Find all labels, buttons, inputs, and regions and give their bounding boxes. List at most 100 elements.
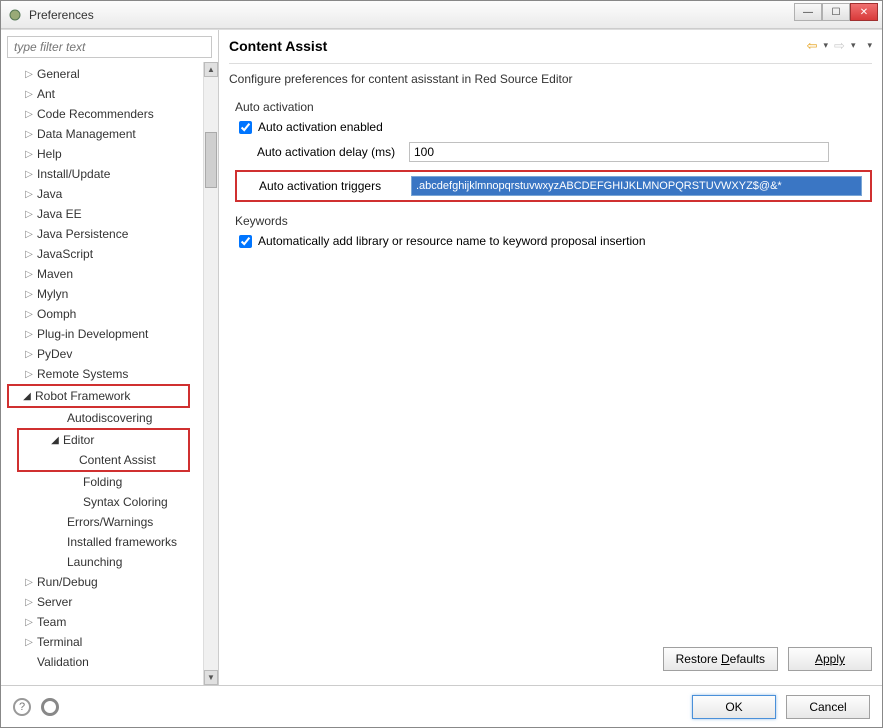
view-menu-icon[interactable]: ▾	[867, 40, 872, 51]
tree-scrollbar[interactable]: ▲ ▼	[203, 62, 218, 685]
tree-item-javascript[interactable]: ▷JavaScript	[21, 244, 202, 264]
tree-item-plugin-development[interactable]: ▷Plug-in Development	[21, 324, 202, 344]
tree-item-mylyn[interactable]: ▷Mylyn	[21, 284, 202, 304]
expand-icon[interactable]: ▷	[23, 69, 35, 80]
cancel-button[interactable]: Cancel	[786, 695, 870, 719]
forward-menu-icon[interactable]: ▾	[851, 40, 856, 51]
minimize-button[interactable]: —	[794, 3, 822, 21]
page-buttons: Restore Defaults Apply	[229, 641, 872, 677]
collapse-icon[interactable]: ◢	[21, 391, 33, 402]
expand-icon[interactable]: ▷	[23, 209, 35, 220]
page-title: Content Assist	[229, 38, 807, 54]
expand-icon[interactable]: ▷	[23, 269, 35, 280]
expand-icon[interactable]: ▷	[23, 169, 35, 180]
tree-item-team[interactable]: ▷Team	[21, 612, 202, 632]
tree-item-folding[interactable]: Folding	[67, 472, 202, 492]
expand-icon[interactable]: ▷	[23, 129, 35, 140]
keywords-auto-label: Automatically add library or resource na…	[258, 234, 646, 248]
app-icon	[7, 7, 23, 23]
scroll-down-icon[interactable]: ▼	[204, 670, 218, 685]
tree-item-maven[interactable]: ▷Maven	[21, 264, 202, 284]
tree-item-code-recommenders[interactable]: ▷Code Recommenders	[21, 104, 202, 124]
titlebar: Preferences — ☐ ✕	[1, 1, 882, 29]
back-icon[interactable]: ⇦	[807, 38, 818, 54]
scroll-up-icon[interactable]: ▲	[204, 62, 218, 77]
keywords-auto-row: Automatically add library or resource na…	[239, 234, 872, 248]
back-menu-icon[interactable]: ▾	[824, 40, 829, 51]
delay-input[interactable]	[409, 142, 829, 162]
tree-panel: ▷General ▷Ant ▷Code Recommenders ▷Data M…	[1, 30, 219, 685]
expand-icon[interactable]: ▷	[23, 369, 35, 380]
tree-item-syntax-coloring[interactable]: Syntax Coloring	[67, 492, 202, 512]
apply-button[interactable]: Apply	[788, 647, 872, 671]
expand-icon[interactable]: ▷	[23, 149, 35, 160]
expand-icon[interactable]: ▷	[23, 597, 35, 608]
tree-item-autodiscovering[interactable]: Autodiscovering	[51, 408, 202, 428]
expand-icon[interactable]: ▷	[23, 289, 35, 300]
expand-icon[interactable]: ▷	[23, 89, 35, 100]
triggers-label: Auto activation triggers	[237, 179, 411, 193]
highlight-editor-group: ◢Editor Content Assist	[17, 428, 190, 472]
tree-item-editor[interactable]: ◢Editor	[19, 430, 188, 450]
expand-icon[interactable]: ▷	[23, 249, 35, 260]
page-header: Content Assist ⇦ ▾ ⇨ ▾ ▾	[229, 34, 872, 64]
tree-item-launching[interactable]: Launching	[51, 552, 202, 572]
forward-icon[interactable]: ⇨	[834, 38, 845, 54]
content-panel: Content Assist ⇦ ▾ ⇨ ▾ ▾ Configure prefe…	[219, 30, 882, 685]
tree-item-content-assist[interactable]: Content Assist	[19, 450, 188, 470]
tree-item-general[interactable]: ▷General	[21, 64, 202, 84]
preferences-tree[interactable]: ▷General ▷Ant ▷Code Recommenders ▷Data M…	[1, 62, 218, 685]
tree-item-server[interactable]: ▷Server	[21, 592, 202, 612]
filter-wrapper	[7, 36, 212, 58]
tree-item-pydev[interactable]: ▷PyDev	[21, 344, 202, 364]
expand-icon[interactable]: ▷	[23, 349, 35, 360]
highlight-robot-framework: ◢Robot Framework	[7, 384, 190, 408]
tree-item-java-ee[interactable]: ▷Java EE	[21, 204, 202, 224]
tree-item-java-persistence[interactable]: ▷Java Persistence	[21, 224, 202, 244]
expand-icon[interactable]: ▷	[23, 329, 35, 340]
tree-item-install-update[interactable]: ▷Install/Update	[21, 164, 202, 184]
auto-activation-enabled-row: Auto activation enabled	[239, 120, 872, 134]
expand-icon[interactable]: ▷	[23, 189, 35, 200]
ok-button[interactable]: OK	[692, 695, 776, 719]
filter-input[interactable]	[7, 36, 212, 58]
auto-activation-enabled-checkbox[interactable]	[239, 121, 252, 134]
tree-item-terminal[interactable]: ▷Terminal	[21, 632, 202, 652]
close-button[interactable]: ✕	[850, 3, 878, 21]
delay-row: Auto activation delay (ms)	[239, 142, 872, 162]
window-controls: — ☐ ✕	[794, 3, 878, 21]
tree-item-remote-systems[interactable]: ▷Remote Systems	[21, 364, 202, 384]
expand-icon[interactable]: ▷	[23, 109, 35, 120]
expand-icon[interactable]: ▷	[23, 309, 35, 320]
expand-icon[interactable]: ▷	[23, 229, 35, 240]
restore-defaults-button[interactable]: Restore Defaults	[663, 647, 778, 671]
expand-icon[interactable]: ▷	[23, 577, 35, 588]
tree-item-run-debug[interactable]: ▷Run/Debug	[21, 572, 202, 592]
triggers-input[interactable]	[411, 176, 862, 196]
dialog-buttons: OK Cancel	[692, 695, 870, 719]
tree-item-oomph[interactable]: ▷Oomph	[21, 304, 202, 324]
keywords-auto-checkbox[interactable]	[239, 235, 252, 248]
tree-item-validation[interactable]: Validation	[21, 652, 202, 672]
tree-item-java[interactable]: ▷Java	[21, 184, 202, 204]
tree-item-robot-framework[interactable]: ◢Robot Framework	[9, 386, 188, 406]
help-icon[interactable]: ?	[13, 698, 31, 716]
triggers-row-highlight: Auto activation triggers	[235, 170, 872, 202]
maximize-button[interactable]: ☐	[822, 3, 850, 21]
expand-icon[interactable]: ▷	[23, 637, 35, 648]
tree-item-help[interactable]: ▷Help	[21, 144, 202, 164]
auto-activation-group: Auto activation enabled Auto activation …	[229, 120, 872, 208]
tree-item-errors-warnings[interactable]: Errors/Warnings	[51, 512, 202, 532]
nav-icons: ⇦ ▾ ⇨ ▾ ▾	[807, 38, 872, 54]
dialog-buttons-bar: ? OK Cancel	[1, 685, 882, 727]
tree-item-data-management[interactable]: ▷Data Management	[21, 124, 202, 144]
triggers-input-wrap	[411, 176, 862, 196]
scroll-thumb[interactable]	[205, 132, 217, 188]
collapse-icon[interactable]: ◢	[49, 435, 61, 446]
tree-item-ant[interactable]: ▷Ant	[21, 84, 202, 104]
preferences-window: Preferences — ☐ ✕ ▷General ▷Ant ▷Code Re…	[0, 0, 883, 728]
delay-label: Auto activation delay (ms)	[239, 145, 409, 159]
progress-icon[interactable]	[41, 698, 59, 716]
expand-icon[interactable]: ▷	[23, 617, 35, 628]
tree-item-installed-frameworks[interactable]: Installed frameworks	[51, 532, 202, 552]
